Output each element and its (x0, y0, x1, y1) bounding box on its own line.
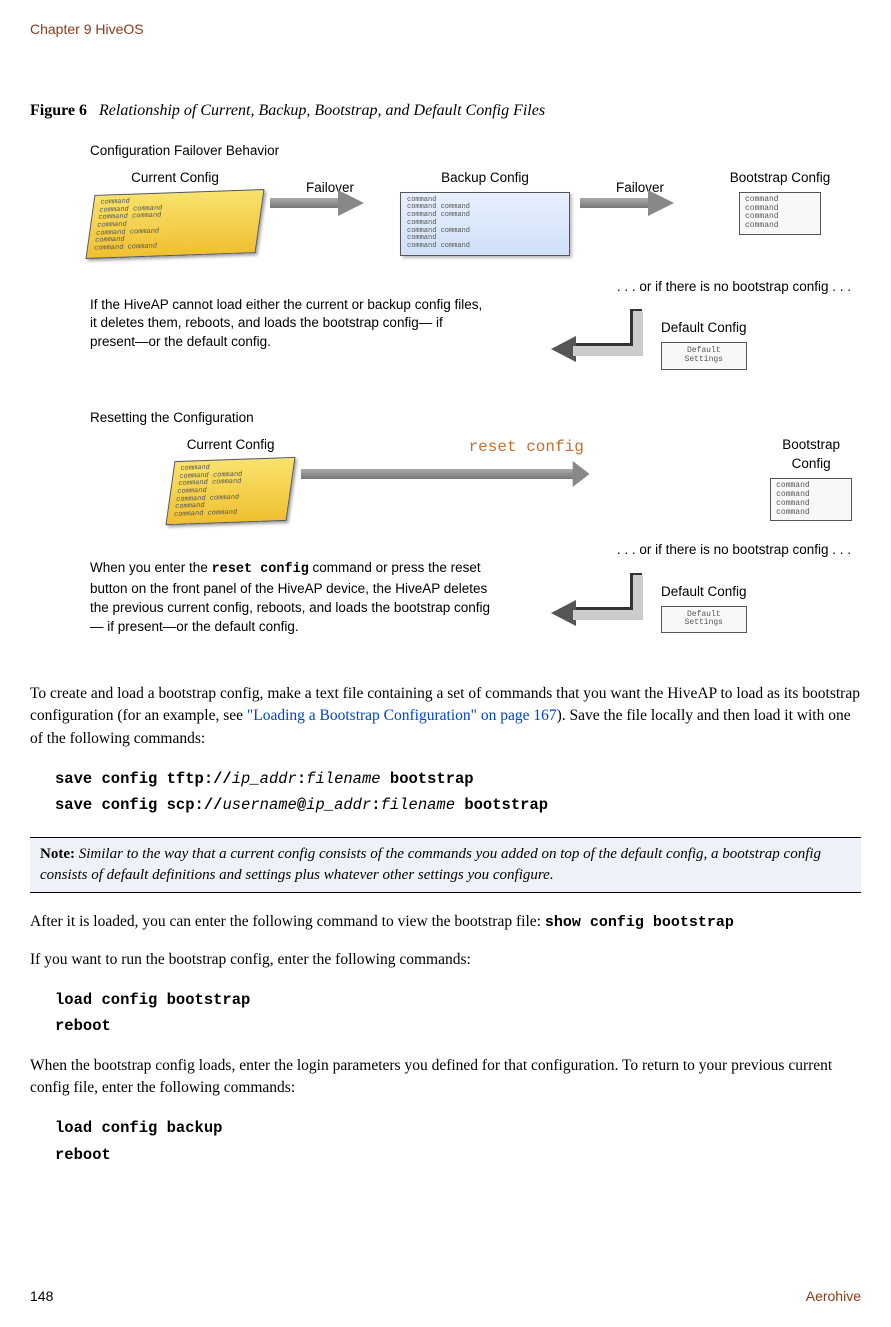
backup-config-box: command command command command command … (400, 192, 570, 256)
figure-number: Figure 6 (30, 102, 87, 119)
para4: When the bootstrap config loads, enter t… (30, 1055, 861, 1100)
cmd-reboot-1: reboot (55, 1013, 861, 1039)
default-config-label-1: Default Config (661, 319, 747, 338)
chapter-header: Chapter 9 HiveOS (30, 20, 861, 40)
cmd-save-tftp: save config tftp://ip_addr:filename boot… (55, 766, 861, 792)
figure-caption: Figure 6 Relationship of Current, Backup… (30, 100, 861, 122)
diagram-failover: Configuration Failover Behavior Current … (90, 142, 861, 648)
page-number: 148 (30, 1287, 53, 1307)
bootstrap-config-box: command command command command (739, 192, 821, 235)
body-text: To create and load a bootstrap config, m… (30, 683, 861, 1168)
link-loading-bootstrap[interactable]: "Loading a Bootstrap Configuration" on p… (247, 707, 557, 724)
cmd-save-scp: save config scp://username@ip_addr:filen… (55, 792, 861, 818)
para2: After it is loaded, you can enter the fo… (30, 911, 861, 934)
cmd-show-config: show config bootstrap (545, 914, 734, 931)
brand-name: Aerohive (806, 1287, 861, 1307)
return-arrow-icon (541, 304, 651, 384)
default-settings-box-2: Default Settings (661, 606, 747, 634)
cmd-load-bootstrap: load config bootstrap (55, 987, 861, 1013)
cmd-reboot-2: reboot (55, 1142, 861, 1168)
explain-failover: If the HiveAP cannot load either the cur… (90, 296, 490, 353)
explain-reset: When you enter the reset config command … (90, 559, 490, 637)
orif-text-2: . . . or if there is no bootstrap config… (541, 541, 861, 560)
default-settings-box-1: Default Settings (661, 342, 747, 370)
bootstrap-config-label: Bootstrap Config (710, 169, 850, 188)
explain2-pre: When you enter the (90, 560, 212, 575)
current-config-label: Current Config (90, 169, 260, 188)
para3: If you want to run the bootstrap config,… (30, 949, 861, 971)
default-config-label-2: Default Config (661, 583, 747, 602)
return-arrow-icon-2 (541, 568, 651, 648)
current-config-box: command command command command command … (86, 189, 265, 259)
figure-title: Relationship of Current, Backup, Bootstr… (99, 102, 545, 119)
para1: To create and load a bootstrap config, m… (30, 683, 861, 750)
arrow-icon (270, 192, 370, 214)
backup-config-label: Backup Config (400, 169, 570, 188)
page-footer: 148 Aerohive (30, 1287, 861, 1307)
arrow-icon (580, 192, 680, 214)
orif-text-1: . . . or if there is no bootstrap config… (541, 278, 861, 297)
long-arrow-icon (301, 463, 594, 483)
section2-title: Resetting the Configuration (90, 409, 861, 428)
bootstrap-config-label-2: Bootstrap Config (761, 436, 861, 474)
cmd-load-backup: load config backup (55, 1115, 861, 1141)
note-text: Similar to the way that a current config… (40, 846, 821, 883)
section1-title: Configuration Failover Behavior (90, 142, 861, 161)
current-config-box-2: command command command command command … (166, 457, 296, 525)
bootstrap-config-box-2: command command command command (770, 478, 852, 521)
note-label: Note: (40, 846, 75, 862)
explain2-cmd: reset config (212, 562, 309, 577)
note-box: Note: Similar to the way that a current … (30, 837, 861, 893)
reset-config-command: reset config (301, 436, 751, 458)
current-config-label-2: Current Config (170, 436, 291, 455)
